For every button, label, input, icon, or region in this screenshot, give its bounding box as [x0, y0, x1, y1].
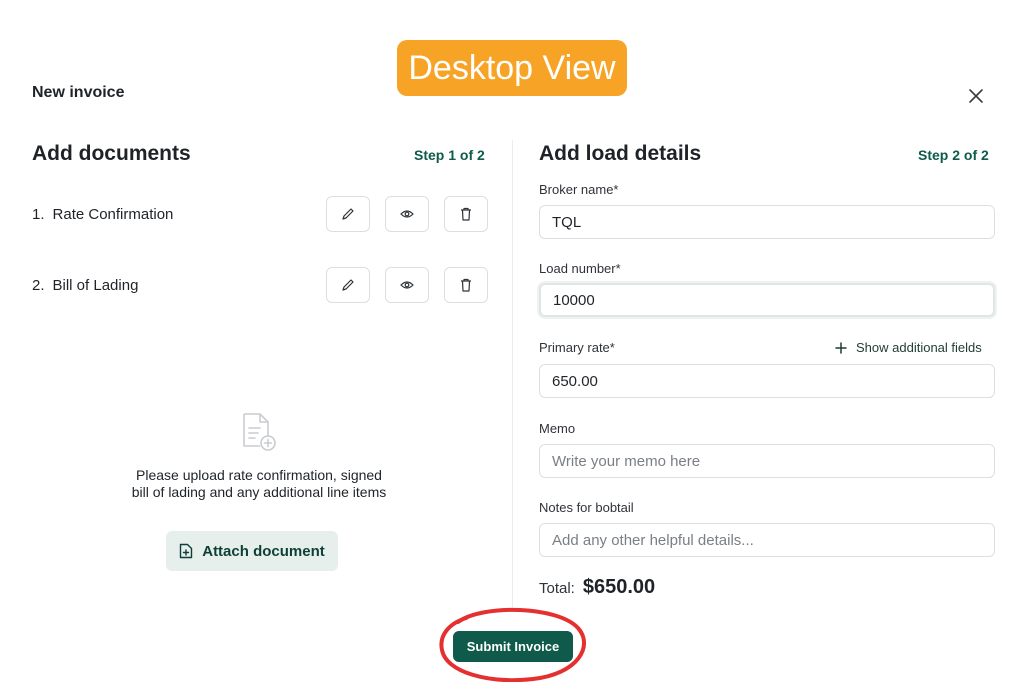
pencil-icon: [342, 208, 354, 220]
show-additional-fields-link[interactable]: Show additional fields: [835, 340, 982, 355]
trash-icon: [461, 207, 471, 221]
add-load-details-title: Add load details: [539, 142, 702, 165]
broker-name-field[interactable]: TQL: [539, 205, 995, 239]
total-value: $650.00: [582, 576, 656, 598]
file-add-icon: [243, 413, 276, 451]
document-index: 1.: [32, 205, 45, 223]
invoice-total: Total: $650.00: [539, 576, 655, 599]
modal-title: New invoice: [32, 84, 125, 101]
document-label: Bill of Lading: [52, 276, 139, 294]
document-index: 2.: [32, 276, 45, 294]
add-documents-title: Add documents: [32, 142, 191, 165]
document-row: 2. Bill of Lading: [32, 267, 488, 303]
trash-icon: [461, 278, 471, 292]
desktop-view-badge: Desktop View: [397, 40, 627, 96]
step-indicator-2: Step 2 of 2: [918, 147, 989, 163]
load-number-label: Load number*: [539, 261, 621, 276]
eye-icon: [400, 210, 414, 218]
broker-name-label: Broker name*: [539, 182, 619, 197]
eye-icon: [400, 281, 414, 289]
attach-document-button[interactable]: Attach document: [166, 531, 338, 571]
delete-button[interactable]: [444, 267, 488, 303]
attach-document-label: Attach document: [202, 542, 325, 560]
load-number-field[interactable]: 10000: [539, 283, 995, 317]
show-additional-fields-label: Show additional fields: [856, 340, 982, 355]
close-icon: [969, 89, 983, 103]
primary-rate-field[interactable]: 650.00: [539, 364, 995, 398]
edit-button[interactable]: [326, 267, 370, 303]
empty-state-text: Please upload rate confirmation, signed …: [131, 467, 387, 500]
pencil-icon: [342, 279, 354, 291]
primary-rate-label: Primary rate*: [539, 340, 615, 355]
delete-button[interactable]: [444, 196, 488, 232]
plus-icon: [835, 341, 847, 354]
close-button[interactable]: [962, 82, 990, 110]
total-label: Total:: [539, 580, 575, 597]
preview-button[interactable]: [385, 196, 429, 232]
memo-field[interactable]: Write your memo here: [539, 444, 995, 478]
document-row: 1. Rate Confirmation: [32, 196, 488, 232]
memo-label: Memo: [539, 421, 576, 436]
notes-field[interactable]: Add any other helpful details...: [539, 523, 995, 557]
document-plus-icon: [180, 543, 193, 559]
notes-label: Notes for bobtail: [539, 500, 634, 515]
column-divider: [512, 140, 513, 610]
edit-button[interactable]: [326, 196, 370, 232]
preview-button[interactable]: [385, 267, 429, 303]
step-indicator-1: Step 1 of 2: [414, 147, 485, 163]
document-label: Rate Confirmation: [52, 205, 174, 223]
submit-invoice-button[interactable]: Submit Invoice: [453, 631, 573, 662]
